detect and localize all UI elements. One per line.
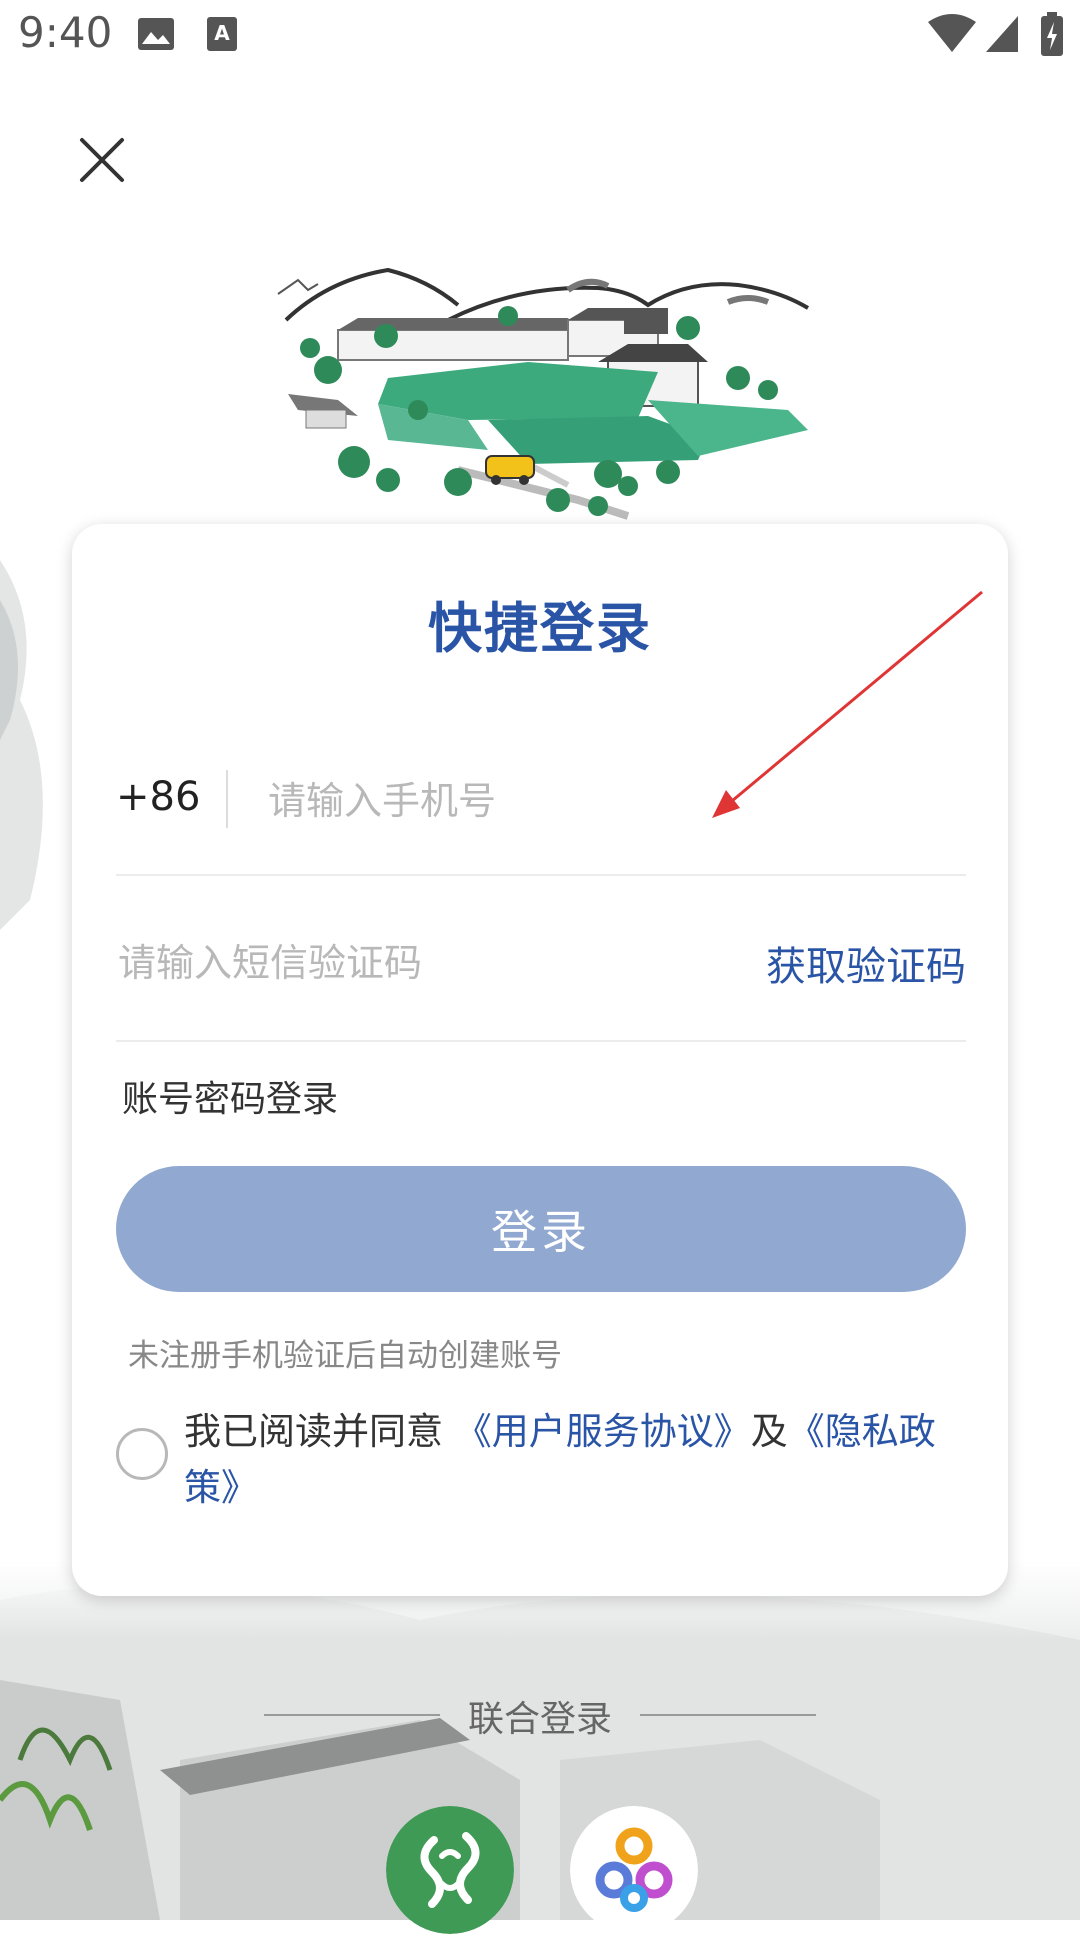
password-login-link[interactable]: 账号密码登录	[122, 1070, 338, 1122]
user-agreement-link[interactable]: 《用户服务协议》	[455, 1410, 751, 1453]
green-app-icon[interactable]	[386, 1806, 514, 1934]
phone-row: +86	[116, 724, 966, 876]
get-code-button[interactable]: 获取验证码	[766, 934, 966, 992]
text-icon: A	[207, 17, 237, 51]
agreement-text: 我已阅读并同意 《用户服务协议》及《隐私政策》	[184, 1404, 964, 1516]
agreement-prefix: 我已阅读并同意	[184, 1410, 455, 1453]
status-bar: 9:40 A	[0, 0, 1080, 72]
battery-icon	[1041, 12, 1063, 56]
image-icon	[138, 18, 174, 50]
auto-create-hint: 未注册手机验证后自动创建账号	[128, 1338, 562, 1374]
login-button[interactable]: 登录	[116, 1166, 966, 1292]
login-card: 快捷登录 +86 获取验证码 账号密码登录 登录 未注册手机验证后自动创建账号 …	[72, 524, 1008, 1596]
joint-login-section: 联合登录	[0, 1690, 1080, 1740]
wifi-icon	[928, 14, 976, 52]
divider	[226, 770, 228, 828]
phone-input[interactable]	[266, 764, 950, 838]
signal-icon	[986, 16, 1018, 52]
colorful-app-icon[interactable]	[570, 1806, 698, 1934]
village-illustration	[277, 267, 810, 520]
sms-code-input[interactable]	[116, 926, 680, 1000]
sms-row: 获取验证码	[116, 874, 966, 1042]
svg-text:A: A	[214, 21, 230, 45]
country-code[interactable]: +86	[116, 774, 200, 820]
status-time: 9:40	[18, 8, 113, 57]
close-icon[interactable]	[70, 128, 134, 192]
agreement-and: 及	[750, 1410, 788, 1453]
agree-checkbox[interactable]	[116, 1428, 168, 1480]
divider-right	[640, 1714, 816, 1716]
joint-login-label: 联合登录	[467, 1699, 612, 1740]
